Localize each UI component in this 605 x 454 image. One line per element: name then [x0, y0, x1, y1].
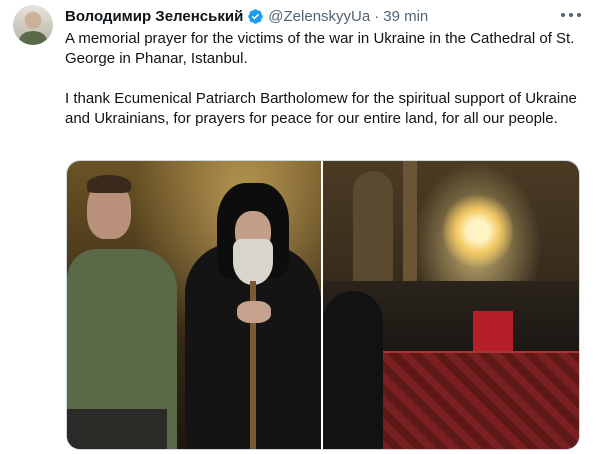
- patriarch-beard: [233, 239, 273, 285]
- tweet[interactable]: Володимир Зеленський @ZelenskyyUa · 39 m…: [0, 0, 605, 454]
- patriarch-hands: [237, 301, 271, 323]
- tweet-paragraph: I thank Ecumenical Patriarch Bartholomew…: [65, 90, 577, 127]
- meta-separator: ·: [374, 7, 380, 25]
- more-dot: [569, 13, 573, 17]
- figure-pants: [67, 409, 167, 449]
- more-options-icon[interactable]: [561, 8, 581, 22]
- author-handle[interactable]: @ZelenskyyUa: [268, 8, 370, 25]
- priest-figure: [323, 291, 383, 449]
- author-name[interactable]: Володимир Зеленський: [65, 8, 243, 25]
- tweet-timestamp[interactable]: 39 min: [383, 8, 428, 25]
- more-dot: [561, 13, 565, 17]
- tweet-paragraph: A memorial prayer for the victims of the…: [65, 30, 575, 67]
- media-grid: [66, 160, 580, 450]
- verified-badge-icon: [247, 8, 264, 25]
- tweet-header: Володимир Зеленський @ZelenskyyUa · 39 m…: [65, 6, 428, 26]
- tweet-text: A memorial prayer for the victims of the…: [65, 29, 585, 129]
- more-dot: [577, 13, 581, 17]
- photo-zelensky-patriarch[interactable]: [67, 161, 321, 449]
- avatar-shirt: [19, 31, 47, 45]
- cathedral-arch: [353, 171, 393, 281]
- author-avatar[interactable]: [13, 5, 53, 45]
- carpet: [383, 351, 579, 449]
- chandelier: [443, 191, 513, 271]
- photo-cathedral-interior[interactable]: [323, 161, 579, 449]
- figure-hair: [87, 175, 131, 193]
